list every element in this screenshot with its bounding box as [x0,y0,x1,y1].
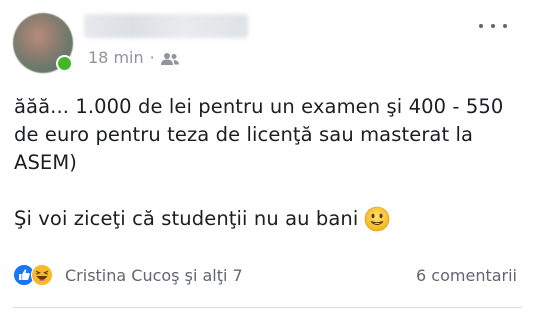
post-paragraph-1: ăăă... 1.000 de lei pentru un examen şi … [14,95,504,174]
more-horizontal-icon [479,24,483,28]
post-timestamp[interactable]: 18 min [88,48,144,67]
post-paragraph-2-text: Şi voi ziceţi că studenţii nu au bani [14,207,359,230]
author-avatar[interactable] [13,13,73,73]
post-paragraph-2: Şi voi ziceţi că studenţii nu au bani [14,205,519,233]
post-card: 18 min · ăăă... 1.000 de lei pentru un e… [0,0,535,315]
grimacing-face-emoji-icon [364,206,390,232]
reactors-text: Cristina Cucoş şi alţi 7 [65,265,243,285]
author-name-blurred[interactable] [84,14,248,38]
more-dot [503,24,507,28]
meta-separator: · [149,48,155,67]
reaction-icons [13,264,57,286]
post-body: ăăă... 1.000 de lei pentru un examen şi … [14,93,519,233]
friends-icon[interactable] [160,51,179,65]
online-status-dot [56,55,73,72]
post-meta: 18 min · [88,48,179,67]
more-options-button[interactable] [479,15,507,37]
comments-count-link[interactable]: 6 comentarii [416,266,517,285]
haha-reaction-icon [31,264,53,286]
reactions-summary[interactable]: Cristina Cucoş şi alţi 7 [13,264,243,286]
footer-divider [13,307,522,308]
more-dot [491,24,495,28]
